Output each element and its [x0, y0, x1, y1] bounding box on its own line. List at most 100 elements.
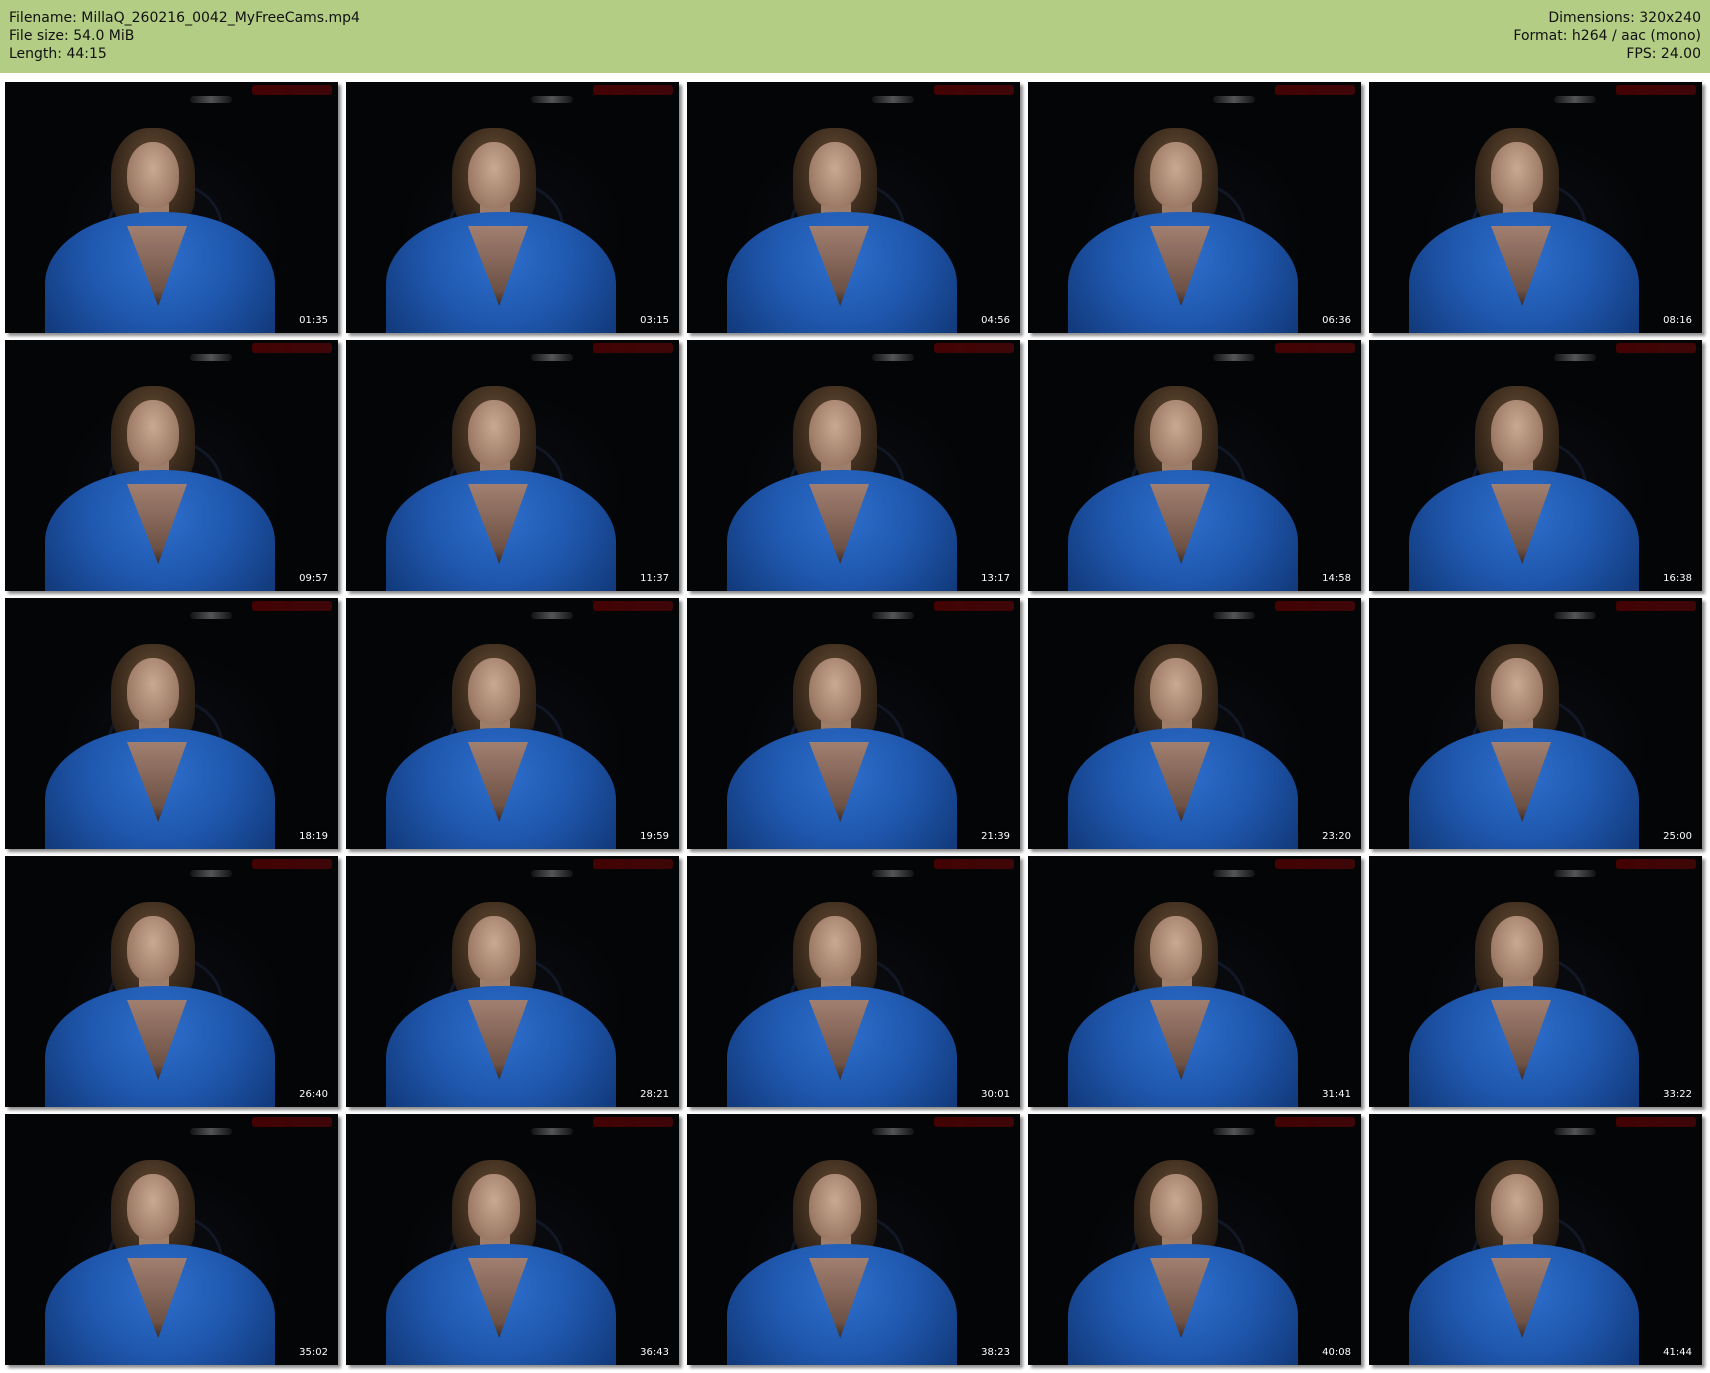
timestamp-label: 06:36	[1322, 315, 1351, 326]
thumbnail-frame: 11:37	[346, 340, 679, 591]
thumbnail-frame: 35:02	[5, 1114, 338, 1365]
thumbnail-frame: 41:44	[1369, 1114, 1702, 1365]
filesize-label: File size: 54.0 MiB	[9, 28, 135, 44]
video-frame-image	[1369, 1114, 1702, 1365]
timestamp-label: 26:40	[299, 1089, 328, 1100]
thumbnail-frame: 09:57	[5, 340, 338, 591]
face-shape	[809, 658, 861, 724]
thumbnail-frame: 13:17	[687, 340, 1020, 591]
timestamp-label: 16:38	[1663, 573, 1692, 584]
watermark-mark	[1275, 1117, 1355, 1127]
thumbnail-frame: 30:01	[687, 856, 1020, 1107]
contact-sheet-header: Filename: MillaQ_260216_0042_MyFreeCams.…	[0, 0, 1710, 73]
video-frame-image	[1369, 340, 1702, 591]
watermark-mark	[1616, 1117, 1696, 1127]
timestamp-label: 35:02	[299, 1347, 328, 1358]
watermark-mark	[1616, 343, 1696, 353]
thumbnail-frame: 25:00	[1369, 598, 1702, 849]
thumbnail-frame: 06:36	[1028, 82, 1361, 333]
light-smudge	[1213, 1128, 1255, 1135]
face-shape	[468, 400, 520, 466]
light-smudge	[190, 1128, 232, 1135]
light-smudge	[190, 870, 232, 877]
timestamp-label: 03:15	[640, 315, 669, 326]
watermark-mark	[593, 601, 673, 611]
light-smudge	[531, 1128, 573, 1135]
timestamp-label: 28:21	[640, 1089, 669, 1100]
watermark-mark	[1275, 859, 1355, 869]
timestamp-label: 19:59	[640, 831, 669, 842]
video-frame-image	[1369, 82, 1702, 333]
face-shape	[1150, 142, 1202, 208]
face-shape	[1491, 916, 1543, 982]
thumbnail-frame: 26:40	[5, 856, 338, 1107]
watermark-mark	[593, 343, 673, 353]
thumbnail-frame: 33:22	[1369, 856, 1702, 1107]
watermark-mark	[252, 601, 332, 611]
format-label: Format: h264 / aac (mono)	[1513, 28, 1701, 44]
light-smudge	[1554, 612, 1596, 619]
light-smudge	[1554, 354, 1596, 361]
timestamp-label: 41:44	[1663, 1347, 1692, 1358]
light-smudge	[531, 354, 573, 361]
face-shape	[809, 916, 861, 982]
file-info: Filename: MillaQ_260216_0042_MyFreeCams.…	[9, 9, 360, 63]
watermark-mark	[593, 85, 673, 95]
thumbnail-frame: 23:20	[1028, 598, 1361, 849]
thumbnail-frame: 08:16	[1369, 82, 1702, 333]
face-shape	[1150, 916, 1202, 982]
thumbnail-frame: 16:38	[1369, 340, 1702, 591]
light-smudge	[872, 870, 914, 877]
light-smudge	[1213, 870, 1255, 877]
video-frame-image	[687, 82, 1020, 333]
light-smudge	[872, 354, 914, 361]
thumbnail-frame: 36:43	[346, 1114, 679, 1365]
video-frame-image	[346, 598, 679, 849]
dimensions-label: Dimensions: 320x240	[1548, 10, 1701, 26]
thumbnail-frame: 03:15	[346, 82, 679, 333]
thumbnail-frame: 01:35	[5, 82, 338, 333]
video-frame-image	[5, 340, 338, 591]
thumbnail-frame: 04:56	[687, 82, 1020, 333]
timestamp-label: 40:08	[1322, 1347, 1351, 1358]
face-shape	[468, 1174, 520, 1240]
video-frame-image	[346, 82, 679, 333]
face-shape	[1491, 400, 1543, 466]
watermark-mark	[1275, 601, 1355, 611]
timestamp-label: 21:39	[981, 831, 1010, 842]
face-shape	[468, 142, 520, 208]
watermark-mark	[934, 601, 1014, 611]
timestamp-label: 25:00	[1663, 831, 1692, 842]
face-shape	[809, 142, 861, 208]
light-smudge	[1554, 96, 1596, 103]
length-label: Length: 44:15	[9, 46, 107, 62]
video-frame-image	[1028, 82, 1361, 333]
watermark-mark	[934, 859, 1014, 869]
thumbnail-frame: 19:59	[346, 598, 679, 849]
face-shape	[809, 1174, 861, 1240]
timestamp-label: 38:23	[981, 1347, 1010, 1358]
light-smudge	[872, 1128, 914, 1135]
thumbnail-frame: 40:08	[1028, 1114, 1361, 1365]
timestamp-label: 18:19	[299, 831, 328, 842]
video-frame-image	[1369, 598, 1702, 849]
thumbnail-frame: 31:41	[1028, 856, 1361, 1107]
light-smudge	[531, 96, 573, 103]
watermark-mark	[252, 85, 332, 95]
timestamp-label: 14:58	[1322, 573, 1351, 584]
face-shape	[809, 400, 861, 466]
video-frame-image	[1028, 856, 1361, 1107]
light-smudge	[1213, 354, 1255, 361]
light-smudge	[1554, 870, 1596, 877]
timestamp-label: 11:37	[640, 573, 669, 584]
watermark-mark	[1275, 343, 1355, 353]
watermark-mark	[252, 343, 332, 353]
light-smudge	[872, 612, 914, 619]
face-shape	[1150, 400, 1202, 466]
timestamp-label: 01:35	[299, 315, 328, 326]
video-frame-image	[687, 1114, 1020, 1365]
stream-info: Dimensions: 320x240 Format: h264 / aac (…	[1513, 9, 1701, 63]
video-frame-image	[5, 598, 338, 849]
light-smudge	[531, 612, 573, 619]
thumbnail-frame: 38:23	[687, 1114, 1020, 1365]
